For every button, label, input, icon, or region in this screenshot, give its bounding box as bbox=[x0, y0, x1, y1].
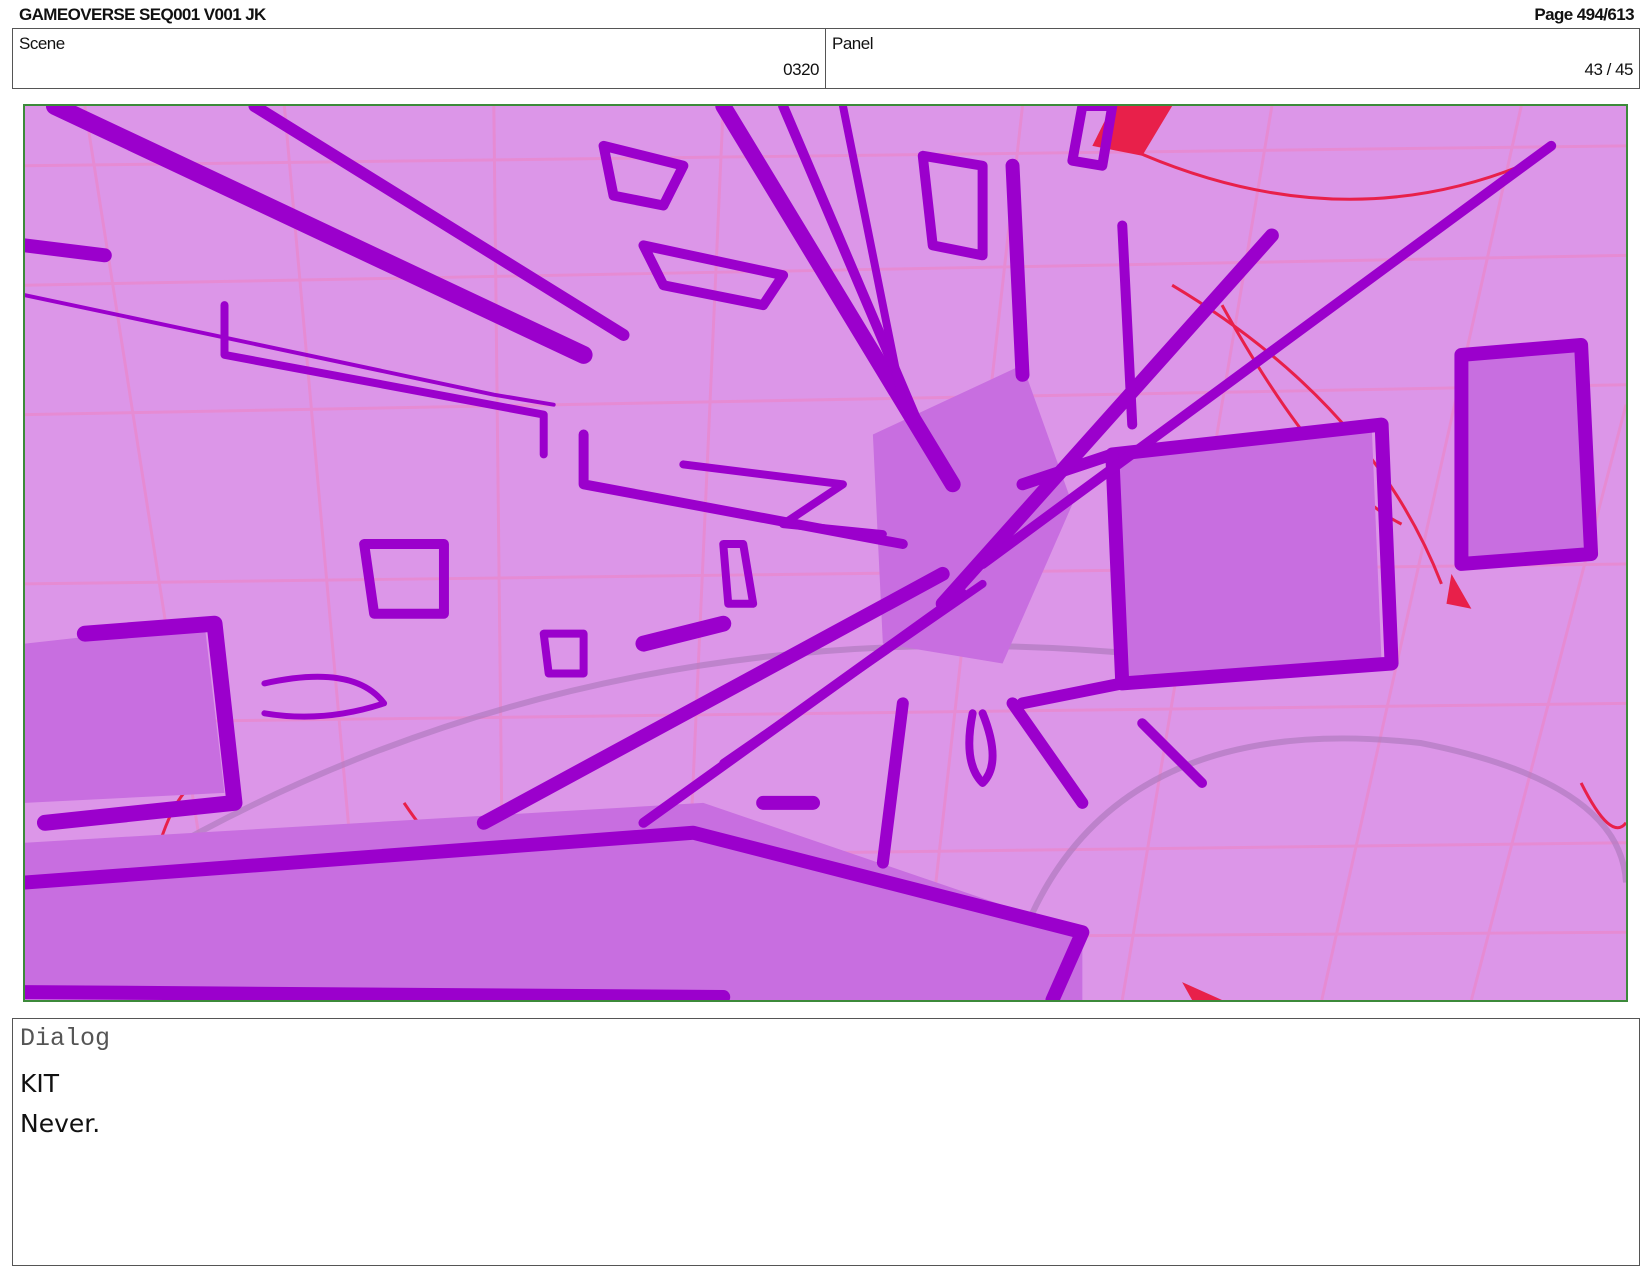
dialog-label: Dialog bbox=[20, 1024, 111, 1053]
storyboard-panel-image bbox=[23, 104, 1628, 1002]
panel-value: 43 / 45 bbox=[1584, 60, 1634, 79]
storyboard-sketch bbox=[25, 106, 1626, 1000]
scene-panel-info-table: Scene 0320 Panel 43 / 45 bbox=[12, 28, 1640, 89]
page-number: Page 494/613 bbox=[1534, 5, 1634, 24]
dialog-box: Dialog KIT Never. bbox=[12, 1018, 1640, 1266]
scene-value: 0320 bbox=[783, 60, 819, 79]
dialog-speaker: KIT bbox=[20, 1069, 60, 1098]
scene-cell: Scene 0320 bbox=[13, 29, 826, 88]
dialog-line: Never. bbox=[20, 1109, 101, 1138]
panel-label: Panel bbox=[832, 34, 873, 53]
scene-label: Scene bbox=[19, 34, 65, 53]
panel-cell: Panel 43 / 45 bbox=[826, 29, 1639, 88]
document-title: GAMEOVERSE SEQ001 V001 JK bbox=[19, 5, 266, 24]
